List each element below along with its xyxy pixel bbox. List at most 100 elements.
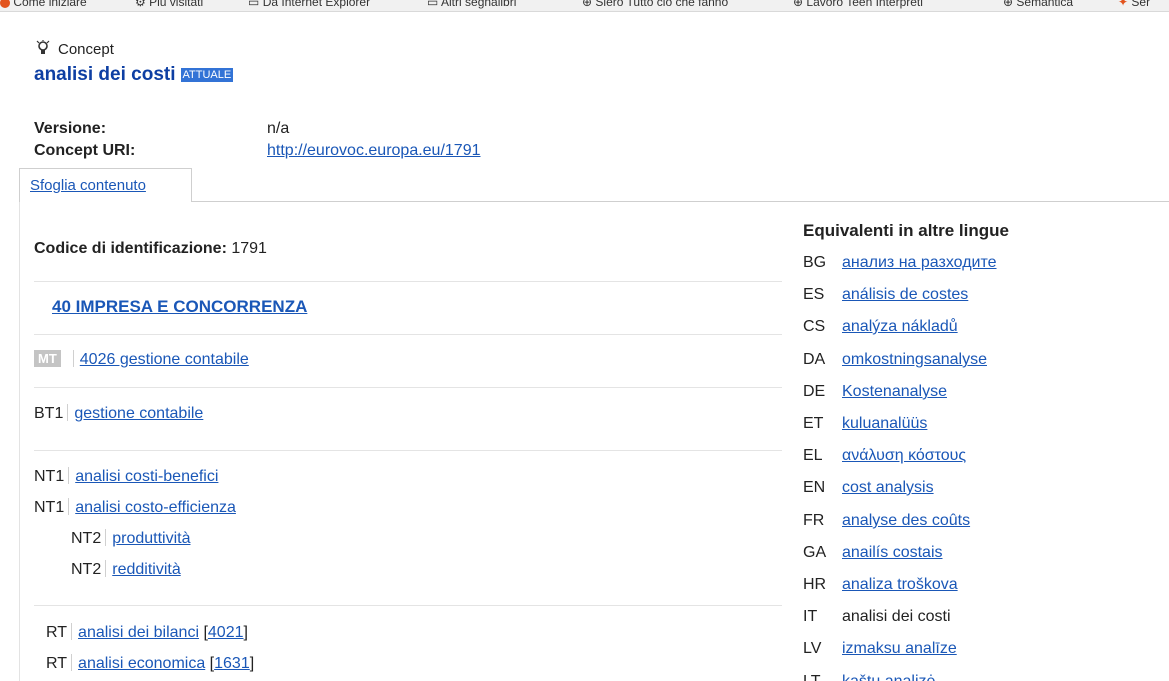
equivalent-row: IT analisi dei costi [803, 608, 951, 626]
equivalent-term-link[interactable]: analiza troškova [842, 576, 958, 593]
microthesaurus-row: MT 4026 gestione contabile [34, 350, 249, 369]
divider [67, 404, 69, 421]
equivalent-row: BG анализ на разходите [803, 254, 997, 272]
bookmark-item[interactable]: Come iniziare [0, 0, 87, 9]
language-code: GA [803, 544, 827, 561]
panel-border [19, 202, 20, 681]
related-term-link[interactable]: analisi economica [78, 655, 205, 672]
related-term-row: RT analisi economica [1631] [46, 654, 255, 672]
tab-browse-content-label[interactable]: Sfoglia contenuto [30, 177, 146, 194]
concept-title-text: analisi dei costi [34, 64, 176, 85]
identification-label: Codice di identificazione: [34, 240, 227, 257]
equivalent-row: LV izmaksu analīze [803, 640, 957, 658]
narrower-term-link[interactable]: produttività [112, 530, 190, 547]
narrower-term-link[interactable]: analisi costo-efficienza [75, 499, 236, 516]
relation-tag: NT1 [34, 499, 65, 516]
bookmark-item[interactable]: ▭ Da Internet Explorer [248, 0, 370, 9]
divider [105, 560, 107, 577]
bookmark-item[interactable]: ⚙ Più visitati [135, 0, 203, 9]
bookmark-icon: ✦ [1118, 0, 1129, 9]
bookmarks-bar: Come iniziare ⚙ Più visitati ▭ Da Intern… [0, 0, 1169, 12]
mt-badge: MT [34, 350, 61, 367]
relation-tag: NT2 [71, 561, 102, 578]
language-code: ES [803, 286, 825, 303]
gear-icon: ⚙ [135, 0, 146, 9]
bookmark-item[interactable]: ⊕ Lavoro Teen Interpreti [793, 0, 923, 9]
equivalent-term: analisi dei costi [842, 608, 951, 625]
domain-link[interactable]: 40 IMPRESA E CONCORRENZA [52, 297, 307, 317]
concept-type-label: Concept [58, 41, 114, 58]
equivalent-row: LTkaštų analizė [803, 673, 935, 681]
equivalent-term-link[interactable]: omkostningsanalyse [842, 351, 987, 368]
identification-value: 1791 [231, 240, 267, 257]
equivalent-term-link[interactable]: анализ на разходите [842, 254, 997, 271]
globe-icon: ⊕ [582, 0, 593, 9]
folder-icon: ▭ [427, 0, 439, 9]
divider [71, 623, 73, 640]
narrower-term-row: NT2 redditività [71, 560, 181, 579]
related-term-code-link[interactable]: 4021 [208, 624, 244, 641]
narrower-term-link[interactable]: analisi costi-benefici [75, 468, 218, 485]
language-code: EN [803, 479, 826, 496]
microthesaurus-link[interactable]: 4026 gestione contabile [80, 351, 249, 368]
page-title: analisi dei costi ATTUALE [34, 64, 234, 86]
equivalent-row: GA anailís costais [803, 544, 943, 562]
divider [72, 350, 74, 367]
related-term-code-link[interactable]: 1631 [214, 655, 250, 672]
equivalent-term-link[interactable]: izmaksu analīze [842, 640, 957, 657]
concept-uri-link[interactable]: http://eurovoc.europa.eu/1791 [267, 142, 481, 160]
narrower-term-link[interactable]: redditività [112, 561, 180, 578]
equivalent-row: DA omkostningsanalyse [803, 351, 987, 369]
globe-icon: ⊕ [1003, 0, 1014, 9]
bookmark-item[interactable]: ✦ Ser [1118, 0, 1150, 9]
divider [34, 387, 782, 388]
lightbulb-icon [36, 40, 52, 58]
bookmark-item[interactable]: ▭ Altri segnalibri [427, 0, 516, 9]
version-value: n/a [267, 120, 290, 137]
divider [68, 498, 70, 515]
equivalent-row: FR analyse des coûts [803, 512, 970, 530]
bookmark-item[interactable]: ⊕ Semantica [1003, 0, 1073, 9]
equivalent-term-link[interactable]: análisis de costes [842, 286, 968, 303]
equivalents-heading: Equivalenti in altre lingue [803, 221, 1009, 240]
equivalent-term-link[interactable]: cost analysis [842, 479, 934, 496]
divider [34, 605, 782, 606]
narrower-term-row: NT1 analisi costo-efficienza [34, 498, 236, 517]
divider [68, 467, 70, 484]
divider [34, 450, 782, 451]
equivalent-term-link[interactable]: anailís costais [842, 544, 943, 561]
divider [34, 334, 782, 335]
divider [71, 654, 73, 671]
equivalent-term-link[interactable]: analýza nákladů [842, 318, 958, 335]
relation-tag: RT [46, 624, 68, 641]
relation-tag: NT2 [71, 530, 102, 547]
equivalent-term-link[interactable]: Kostenanalyse [842, 383, 947, 400]
equivalent-term-link[interactable]: ανάλυση κόστους [842, 447, 966, 464]
equivalent-row: DE Kostenanalyse [803, 383, 947, 401]
relation-tag: RT [46, 655, 68, 672]
identification-code: Codice di identificazione: 1791 [34, 240, 267, 258]
language-code: ET [803, 415, 824, 432]
equivalent-term-link[interactable]: kuluanalüüs [842, 415, 927, 432]
folder-icon: ▭ [248, 0, 260, 9]
bookmark-item[interactable]: ⊕ Siero Tutto ciò che fanno [582, 0, 728, 9]
language-code: IT [803, 608, 818, 625]
broader-term-link[interactable]: gestione contabile [74, 405, 203, 422]
related-term-link[interactable]: analisi dei bilanci [78, 624, 199, 641]
divider [105, 529, 107, 546]
broader-term-row: BT1 gestione contabile [34, 404, 203, 423]
equivalent-term-link[interactable]: analyse des coûts [842, 512, 970, 529]
divider [34, 281, 782, 282]
relation-tag: NT1 [34, 468, 65, 485]
uri-label: Concept URI: [34, 142, 136, 159]
firefox-icon [0, 0, 10, 8]
version-label: Versione: [34, 120, 107, 137]
narrower-term-row: NT2 produttività [71, 529, 191, 548]
language-code: LT [803, 673, 842, 681]
equivalent-term-link[interactable]: kaštų analizė [842, 673, 935, 681]
tab-browse-content[interactable]: Sfoglia contenuto [19, 168, 192, 202]
equivalent-row: EN cost analysis [803, 479, 934, 497]
language-code: BG [803, 254, 827, 271]
relation-tag: BT1 [34, 405, 64, 422]
equivalent-row: ET kuluanalüüs [803, 415, 927, 433]
